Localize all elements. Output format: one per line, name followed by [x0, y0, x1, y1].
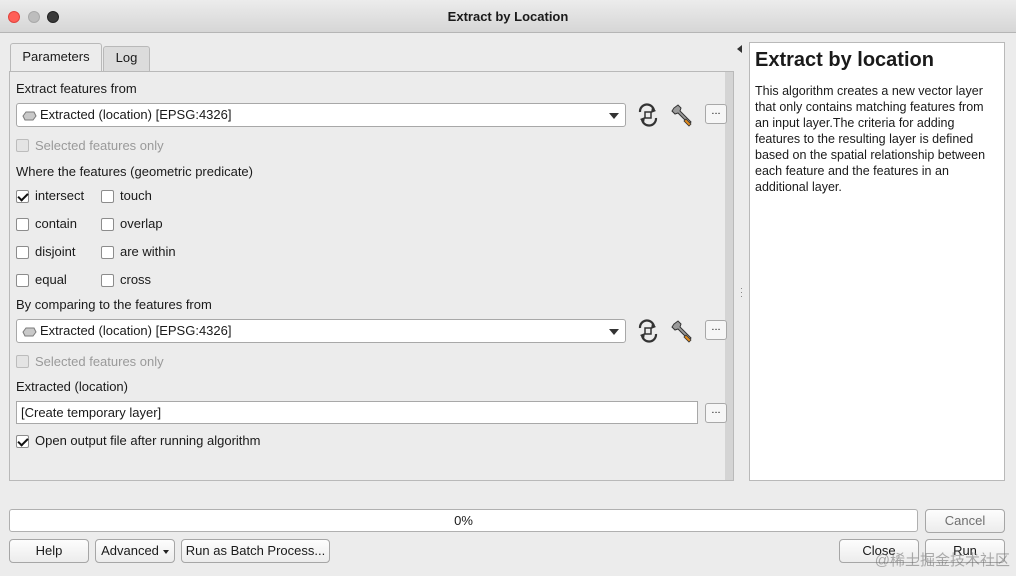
predicate-contain-checkbox[interactable]	[16, 218, 29, 231]
layer-icon	[22, 111, 37, 121]
compare-layer-value: Extracted (location) [EPSG:4326]	[40, 323, 232, 338]
dropdown-arrow-icon	[609, 329, 619, 335]
wrench-icon[interactable]	[670, 318, 696, 344]
predicate-equal-label: equal	[35, 272, 67, 287]
predicate-equal-checkbox[interactable]	[16, 274, 29, 287]
predicate-touch-label: touch	[120, 188, 152, 203]
window-title: Extract by Location	[447, 9, 569, 24]
input-selected-only-checkbox[interactable]	[16, 139, 29, 152]
predicate-disjoint-label: disjoint	[35, 244, 76, 259]
help-panel: Extract by location This algorithm creat…	[749, 42, 1005, 481]
dropdown-arrow-icon	[609, 113, 619, 119]
watermark: @稀土掘金技术社区	[874, 552, 1010, 569]
layer-icon	[22, 327, 37, 337]
dropdown-arrow-icon	[162, 549, 169, 554]
predicate-cross-label: cross	[120, 272, 152, 287]
title-bar: Extract by Location	[0, 0, 1016, 33]
output-options-button[interactable]: ...	[705, 403, 727, 423]
compare-selected-only-label: Selected features only	[35, 354, 164, 369]
input-layer-combo[interactable]: Extracted (location) [EPSG:4326]	[16, 103, 626, 127]
open-output-checkbox[interactable]	[16, 435, 29, 448]
help-title: Extract by location	[755, 49, 934, 71]
progress-bar: 0%	[9, 509, 918, 532]
predicate-disjoint-checkbox[interactable]	[16, 246, 29, 259]
collapse-help-icon[interactable]	[737, 45, 742, 53]
predicate-within-label: are within	[120, 244, 176, 259]
advanced-button-label: Advanced	[101, 543, 159, 558]
help-text: This algorithm creates a new vector laye…	[755, 84, 986, 194]
wrench-icon[interactable]	[670, 102, 696, 128]
tab-parameters[interactable]: Parameters	[10, 43, 102, 71]
help-button[interactable]: Help	[9, 539, 89, 563]
input-layer-label: Extract features from	[16, 81, 137, 96]
predicate-intersect-checkbox[interactable]	[16, 190, 29, 203]
predicate-contain-label: contain	[35, 216, 77, 231]
cancel-button[interactable]: Cancel	[925, 509, 1005, 533]
run-batch-button[interactable]: Run as Batch Process...	[181, 539, 330, 563]
open-output-label: Open output file after running algorithm	[35, 433, 261, 448]
predicate-label: Where the features (geometric predicate)	[16, 164, 253, 179]
compare-layer-options-button[interactable]: ...	[705, 320, 727, 340]
compare-layer-label: By comparing to the features from	[16, 297, 212, 312]
parameters-scroll-area: Extract features from Extracted (locatio…	[10, 72, 733, 480]
input-selected-only-label: Selected features only	[35, 138, 164, 153]
splitter-handle[interactable]: · · ·	[740, 284, 743, 301]
predicate-overlap-label: overlap	[120, 216, 163, 231]
predicate-cross-checkbox[interactable]	[101, 274, 114, 287]
predicate-within-checkbox[interactable]	[101, 246, 114, 259]
tab-log[interactable]: Log	[103, 46, 150, 71]
iterate-icon[interactable]	[635, 318, 661, 344]
input-layer-value: Extracted (location) [EPSG:4326]	[40, 107, 232, 122]
output-label: Extracted (location)	[16, 379, 128, 394]
predicate-touch-checkbox[interactable]	[101, 190, 114, 203]
predicate-intersect-label: intersect	[35, 188, 85, 203]
parameters-panel: Extract features from Extracted (locatio…	[9, 71, 734, 481]
output-destination-field[interactable]: [Create temporary layer]	[16, 401, 698, 424]
advanced-button[interactable]: Advanced	[95, 539, 175, 563]
compare-layer-combo[interactable]: Extracted (location) [EPSG:4326]	[16, 319, 626, 343]
iterate-icon[interactable]	[635, 102, 661, 128]
predicate-overlap-checkbox[interactable]	[101, 218, 114, 231]
input-layer-options-button[interactable]: ...	[705, 104, 727, 124]
compare-selected-only-checkbox[interactable]	[16, 355, 29, 368]
